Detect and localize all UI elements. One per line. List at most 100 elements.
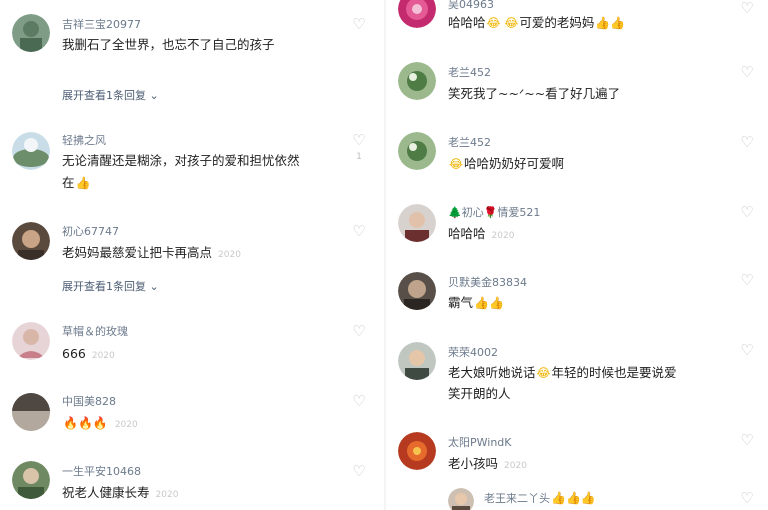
heart-outline-icon[interactable]: ♡	[350, 323, 368, 339]
comment-username[interactable]: 吴04963	[448, 0, 494, 12]
avatar[interactable]	[12, 222, 50, 260]
comment-text: 老大娘听她说话😂年轻的时候也是要说爱	[448, 363, 677, 383]
comment-item: 太阳PWindK 老小孩吗 2020 ♡	[386, 424, 768, 480]
comment-item: 贝默美金83834 霸气👍👍 ♡	[386, 268, 768, 336]
comment-username[interactable]: 🌲初心🌹情爱521	[448, 204, 540, 220]
comment-time: 2020	[491, 231, 515, 241]
comment-text: 我删石了全世界，也忘不了自己的孩子	[62, 35, 275, 55]
comment-item: 🌲初心🌹情爱521 哈哈哈 2020 ♡	[386, 200, 768, 268]
comment-text: 祝老人健康长寿 2020	[62, 483, 178, 505]
expand-replies-link[interactable]: 展开查看1条回复 ⌄	[62, 87, 159, 103]
heart-outline-icon[interactable]: ♡	[738, 64, 756, 80]
comment-body: 祝老人健康长寿	[62, 485, 150, 500]
avatar[interactable]	[398, 62, 436, 100]
comment-text: 霸气👍👍	[448, 293, 505, 313]
comment-body: 哈哈奶奶好可爱啊	[464, 156, 565, 171]
heart-outline-icon[interactable]: ♡	[350, 223, 368, 239]
heart-outline-icon[interactable]: ♡	[350, 393, 368, 409]
comment-username[interactable]: 一生平安10468	[62, 463, 141, 479]
comment-item: 初心67747 老妈妈最慈爱让把卡再高点 2020 ♡ 展开查看1条回复 ⌄	[0, 210, 384, 310]
avatar[interactable]	[398, 342, 436, 380]
comment-username[interactable]: 中国美828	[62, 393, 116, 409]
comment-text: 666 2020	[62, 344, 115, 366]
heart-outline-icon[interactable]: ♡	[738, 342, 756, 358]
comment-username[interactable]: 老王来二丫头👍👍👍	[484, 490, 597, 506]
comments-screen: 吉祥三宝20977 我删石了全世界，也忘不了自己的孩子 ♡ 展开查看1条回复 ⌄…	[0, 0, 768, 510]
comment-body-cont: 年轻的时候也是要说爱	[551, 365, 677, 380]
tree-emoji: 🌲	[448, 206, 462, 219]
comment-body: 霸气	[448, 295, 474, 310]
reply-item: 老王来二丫头👍👍👍 ♡	[386, 480, 768, 510]
laughing-emoji: 😂 😂	[486, 16, 519, 30]
comment-time: 2020	[114, 420, 138, 430]
comment-text: 哈哈哈 2020	[448, 224, 514, 246]
comment-body: 笑死我了~~ᐟ~~看了好几遍了	[448, 86, 621, 101]
comments-column-right: 吴04963 哈哈哈😂 😂可爱的老妈妈👍👍 ♡ 老兰452 笑死我了~~ᐟ~~看…	[386, 0, 768, 510]
comment-item: 一生平安10468 祝老人健康长寿 2020 ♡	[0, 455, 384, 510]
comment-item: 中国美828 🔥🔥🔥 2020 ♡	[0, 385, 384, 455]
avatar[interactable]	[448, 488, 474, 510]
comment-username[interactable]: 初心67747	[62, 223, 119, 239]
comment-body-cont: 在	[62, 175, 75, 190]
comment-item: 老兰452 笑死我了~~ᐟ~~看了好几遍了 ♡	[386, 60, 768, 130]
avatar[interactable]	[398, 0, 436, 28]
comment-username[interactable]: 太阳PWindK	[448, 434, 512, 450]
avatar[interactable]	[398, 432, 436, 470]
thumbs-up-emoji: 👍👍	[474, 296, 504, 310]
comment-body: 我删石了全世界，也忘不了自己的孩子	[62, 37, 275, 52]
heart-outline-icon[interactable]: ♡	[738, 0, 756, 16]
heart-outline-icon[interactable]: ♡	[350, 463, 368, 479]
comment-text: 🔥🔥🔥 2020	[62, 413, 138, 435]
comment-time: 2020	[218, 250, 241, 260]
comment-body-cont: 可爱的老妈妈	[519, 15, 595, 30]
comment-item: 老兰452 😂哈哈奶奶好可爱啊 ♡	[386, 130, 768, 200]
username-part: 老王来二丫头	[484, 492, 550, 505]
comment-username[interactable]: 轻拂之风	[62, 132, 106, 148]
comment-username[interactable]: 老兰452	[448, 134, 491, 150]
thumbs-up-emoji: 👍	[75, 176, 91, 190]
laughing-emoji: 😂	[449, 157, 464, 171]
thumbs-up-emoji: 👍👍👍	[551, 491, 596, 505]
username-part: 初心	[461, 206, 484, 219]
comment-username[interactable]: 草帽＆的玫瑰	[62, 323, 128, 339]
comment-username[interactable]: 贝默美金83834	[448, 274, 527, 290]
comment-time: 2020	[155, 490, 179, 500]
heart-outline-icon[interactable]: ♡	[350, 16, 368, 32]
comment-time: 2020	[91, 351, 115, 361]
comment-body-line2: 笑开朗的人	[448, 386, 511, 401]
comment-body: 666	[62, 346, 86, 361]
comment-body: 老妈妈最慈爱让把卡再高点	[62, 245, 213, 260]
avatar[interactable]	[12, 393, 50, 431]
expand-replies-link[interactable]: 展开查看1条回复 ⌄	[62, 278, 159, 294]
heart-outline-icon[interactable]: ♡	[738, 204, 756, 220]
rose-emoji: 🌹	[483, 206, 498, 219]
comment-text: 哈哈哈😂 😂可爱的老妈妈👍👍	[448, 13, 626, 33]
avatar[interactable]	[398, 272, 436, 310]
like-count: 1	[356, 152, 362, 162]
avatar[interactable]	[12, 461, 50, 499]
username-part: 情爱521	[497, 206, 541, 219]
comment-body: 老小孩吗	[448, 456, 499, 471]
heart-outline-icon[interactable]: ♡	[738, 134, 756, 150]
comment-username[interactable]: 荣荣4002	[448, 344, 498, 360]
thumbs-up-emoji: 👍👍	[595, 16, 626, 30]
comment-body: 哈哈哈	[448, 15, 486, 30]
avatar[interactable]	[398, 132, 436, 170]
heart-outline-icon[interactable]: ♡	[738, 432, 756, 448]
avatar[interactable]	[12, 322, 50, 360]
avatar[interactable]	[398, 204, 436, 242]
comment-item: 吉祥三宝20977 我删石了全世界，也忘不了自己的孩子 ♡ 展开查看1条回复 ⌄	[0, 0, 384, 120]
comment-username[interactable]: 吉祥三宝20977	[62, 16, 141, 32]
heart-outline-icon[interactable]: ♡	[738, 272, 756, 288]
comment-text-line2: 在👍	[62, 173, 91, 193]
comments-column-left: 吉祥三宝20977 我删石了全世界，也忘不了自己的孩子 ♡ 展开查看1条回复 ⌄…	[0, 0, 384, 510]
comment-body: 哈哈哈	[448, 226, 486, 241]
avatar[interactable]	[12, 14, 50, 52]
avatar[interactable]	[12, 132, 50, 170]
heart-outline-icon[interactable]: ♡	[738, 490, 756, 506]
comment-body: 老大娘听她说话	[448, 365, 536, 380]
heart-outline-icon[interactable]: ♡	[350, 132, 368, 148]
fire-emoji: 🔥🔥🔥	[63, 416, 108, 430]
comment-item: 吴04963 哈哈哈😂 😂可爱的老妈妈👍👍 ♡	[386, 0, 768, 60]
comment-username[interactable]: 老兰452	[448, 64, 491, 80]
